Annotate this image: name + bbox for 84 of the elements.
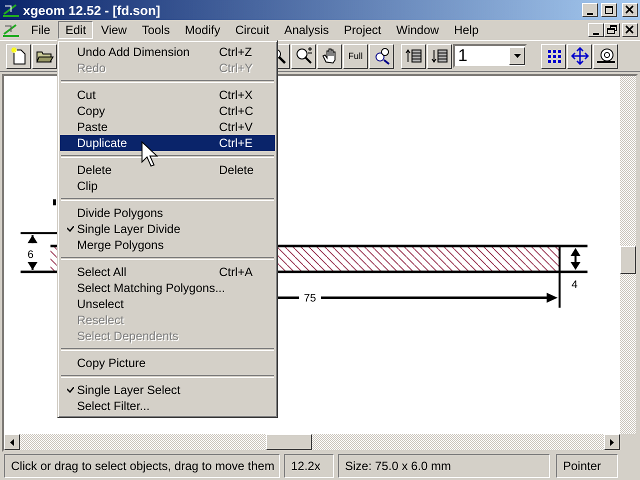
restore-icon	[607, 25, 617, 35]
close-icon	[625, 5, 635, 15]
left-arrow-icon	[10, 438, 14, 446]
menu-item[interactable]: Single Layer Select	[60, 382, 275, 398]
layers-up-icon	[404, 48, 422, 64]
menu-item[interactable]: Copy Picture	[60, 355, 275, 371]
document-icon[interactable]	[2, 22, 22, 38]
menu-item[interactable]: Copy Ctrl+C	[60, 103, 275, 119]
menu-item[interactable]: File	[24, 21, 58, 39]
vertical-scrollbar[interactable]	[620, 76, 636, 434]
menu-item[interactable]: Project	[336, 21, 388, 39]
right-arrow-icon	[610, 438, 614, 446]
menu-item[interactable]: Divide Polygons	[60, 205, 275, 221]
marker-tick	[52, 199, 56, 206]
zoom-full-label: Full	[348, 52, 363, 60]
menu-item[interactable]: Window	[389, 21, 446, 39]
close-button[interactable]	[622, 23, 638, 37]
scroll-right-button[interactable]	[604, 434, 620, 450]
scroll-thumb[interactable]	[266, 434, 312, 450]
status-text: Click or drag to select objects, drag to move them	[4, 454, 280, 478]
menu-item[interactable]: Analysis	[277, 21, 336, 39]
toolbar-button[interactable]	[317, 44, 342, 68]
menu-item[interactable]: Delete Delete	[60, 162, 275, 178]
status-text: Size: 75.0 x 6.0 mm	[338, 454, 550, 478]
grid-icon	[546, 48, 562, 64]
status-text: Pointer	[556, 454, 618, 478]
layer-combo[interactable]: 1	[453, 44, 527, 68]
menu-item[interactable]: Single Layer Divide	[60, 221, 275, 237]
toolbar-button[interactable]	[6, 44, 31, 68]
dimension-label: 4	[572, 278, 578, 291]
dimension-label: 6	[28, 248, 34, 261]
menu-item[interactable]: Edit	[58, 21, 94, 39]
hand-icon	[322, 48, 338, 64]
caret-icon	[514, 54, 520, 58]
toolbar-button[interactable]	[32, 44, 57, 68]
tape-measure-icon	[596, 48, 616, 64]
app-icon	[2, 2, 20, 18]
menu-item[interactable]: Merge Polygons	[60, 237, 275, 253]
menu-item[interactable]: Clip	[60, 178, 275, 194]
toolbar-button[interactable]	[567, 44, 592, 68]
zoom-fit-icon	[372, 47, 390, 65]
horizontal-scrollbar[interactable]	[20, 434, 604, 450]
new-document-icon	[10, 47, 26, 65]
maximize-button[interactable]	[601, 3, 617, 17]
menu-item[interactable]: Select Filter...	[60, 398, 275, 414]
toolbar-button[interactable]: Full	[343, 44, 368, 68]
status-text: 12.2x	[284, 454, 334, 478]
dimension-arrow	[20, 232, 60, 271]
dropdown-arrow-button[interactable]	[509, 47, 525, 65]
toolbar-button[interactable]	[369, 44, 394, 68]
menu-item[interactable]: Circuit	[228, 21, 276, 39]
mouse-pointer-icon	[141, 141, 161, 169]
menu-item[interactable]: Undo Add Dimension Ctrl+Z	[60, 44, 275, 60]
menu-item[interactable]: Tools	[134, 21, 177, 39]
minimize-icon	[593, 32, 599, 34]
menu-item[interactable]: Paste Ctrl+V	[60, 119, 275, 135]
minimize-button[interactable]	[588, 23, 604, 37]
close-icon	[625, 25, 635, 35]
restore-button[interactable]	[604, 23, 620, 37]
menu-item[interactable]: Duplicate Ctrl+E	[60, 135, 275, 151]
scroll-thumb[interactable]	[620, 246, 636, 274]
menu-item[interactable]: Unselect	[60, 296, 275, 312]
layers-down-icon	[430, 48, 448, 64]
menu-item[interactable]: View	[94, 21, 134, 39]
scroll-left-button[interactable]	[4, 434, 20, 450]
maximize-icon	[604, 5, 614, 15]
menu-item[interactable]: Select Matching Polygons...	[60, 280, 275, 296]
folder-icon	[36, 49, 54, 63]
toolbar-button[interactable]	[427, 44, 452, 68]
toolbar-button[interactable]	[593, 44, 618, 68]
minimize-icon	[587, 12, 593, 14]
menu-item[interactable]: Select All Ctrl+A	[60, 264, 275, 280]
zoom-in-icon	[294, 47, 312, 65]
menu-item[interactable]: Help	[446, 21, 486, 39]
menu-item[interactable]: Modify	[178, 21, 228, 39]
menu-item[interactable]: Cut Ctrl+X	[60, 87, 275, 103]
close-button[interactable]	[622, 3, 638, 17]
toolbar-button[interactable]	[291, 44, 316, 68]
toolbar-button[interactable]	[401, 44, 426, 68]
minimize-button[interactable]	[582, 3, 598, 17]
move-arrows-icon	[570, 47, 588, 65]
toolbar-button[interactable]	[541, 44, 566, 68]
dimension-label: 75	[304, 292, 316, 305]
window-title: xgeom 12.52 - [fd.son]	[23, 2, 162, 18]
